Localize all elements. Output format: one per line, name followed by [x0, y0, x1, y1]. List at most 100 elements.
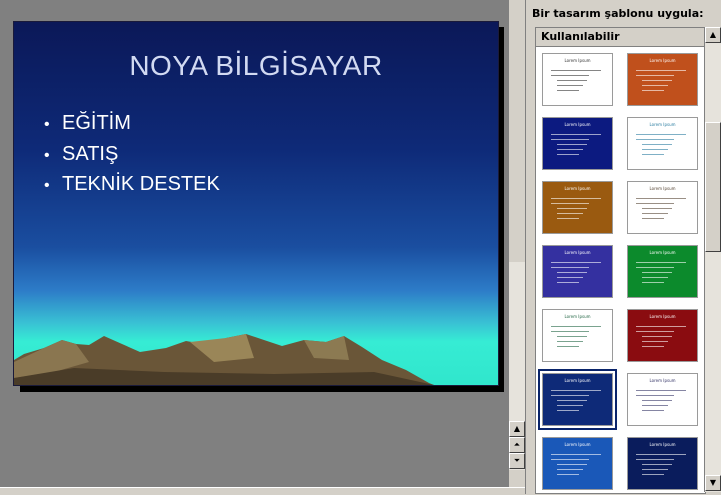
template-thumbnail-mountain-navy[interactable]: Lorem Ipsum — [538, 369, 617, 430]
thumbnail-text-line — [636, 203, 674, 204]
thumbnail-title: Lorem Ipsum — [649, 122, 676, 127]
scroll-up-button[interactable]: ▲ — [509, 421, 525, 437]
scrollbar-thumb[interactable] — [509, 0, 525, 262]
template-thumbnail-blue-wave[interactable]: Lorem Ipsum — [542, 437, 613, 490]
thumbnail-title: Lorem Ipsum — [564, 58, 591, 63]
thumbnail-text-line — [551, 134, 601, 135]
template-thumbnail-white-teal[interactable]: Lorem Ipsum — [627, 117, 698, 170]
slide-title[interactable]: NOYA BİLGİSAYAR — [14, 50, 498, 82]
thumbnail-text-line — [557, 400, 587, 401]
thumbnail-text-line — [551, 75, 589, 76]
thumbnail-text-line — [636, 454, 686, 455]
thumbnail-text-line — [551, 262, 601, 263]
bullet-item[interactable]: • SATIŞ — [44, 143, 118, 166]
thumbnail-text-line — [642, 277, 668, 278]
template-thumbnail-orange-brown[interactable]: Lorem Ipsum — [627, 53, 698, 106]
thumbnail-title: Lorem Ipsum — [564, 442, 591, 447]
thumbnail-text-line — [642, 346, 664, 347]
double-arrow-up-icon: ⏶ — [513, 440, 521, 449]
thumbnail-text-line — [557, 90, 579, 91]
template-thumbnail-plain-white[interactable]: Lorem Ipsum — [542, 53, 613, 106]
thumbnail-text-line — [557, 474, 579, 475]
pane-heading: Bir tasarım şablonu uygula: — [532, 7, 704, 20]
thumbnail-text-line — [636, 395, 674, 396]
thumbnail-title: Lorem Ipsum — [649, 250, 676, 255]
thumbnail-text-line — [642, 208, 672, 209]
thumbnail-title: Lorem Ipsum — [649, 186, 676, 191]
bullet-text: TEKNİK DESTEK — [62, 173, 220, 195]
thumbnail-text-line — [551, 139, 589, 140]
template-thumbnail-green[interactable]: Lorem Ipsum — [627, 245, 698, 298]
thumbnail-text-line — [636, 134, 686, 135]
thumbnail-text-line — [551, 267, 589, 268]
slide-vertical-scrollbar[interactable]: ▲ ⏶ ⏷ — [509, 0, 525, 470]
thumbnail-text-line — [557, 80, 587, 81]
thumbnail-text-line — [636, 331, 674, 332]
template-thumbnail-navy-stripe[interactable]: Lorem Ipsum — [542, 117, 613, 170]
thumbnail-text-line — [557, 464, 587, 465]
scrollbar-thumb[interactable] — [705, 122, 721, 252]
thumbnail-text-line — [557, 410, 579, 411]
template-thumbnail-white-swirl[interactable]: Lorem Ipsum — [627, 181, 698, 234]
arrow-up-icon: ▲ — [709, 30, 717, 39]
thumbnail-text-line — [551, 390, 601, 391]
arrow-down-icon: ▼ — [709, 478, 717, 487]
design-template-pane: Bir tasarım şablonu uygula: Kullanılabil… — [525, 0, 721, 494]
bullet-text: EĞİTİM — [62, 112, 131, 134]
thumbnail-text-line — [557, 346, 579, 347]
scroll-up-button[interactable]: ▲ — [705, 27, 721, 43]
thumbnail-text-line — [642, 154, 664, 155]
thumbnail-text-line — [642, 474, 664, 475]
thumbnail-text-line — [557, 85, 583, 86]
double-arrow-down-icon: ⏷ — [513, 456, 521, 465]
arrow-up-icon: ▲ — [513, 424, 521, 433]
scroll-down-button[interactable]: ▼ — [705, 475, 721, 491]
thumbnail-text-line — [557, 277, 583, 278]
thumbnail-title: Lorem Ipsum — [564, 186, 591, 191]
thumbnail-text-line — [557, 208, 587, 209]
thumbnail-title: Lorem Ipsum — [649, 314, 676, 319]
thumbnail-text-line — [642, 149, 668, 150]
thumbnail-text-line — [642, 85, 668, 86]
template-thumbnail-white-green[interactable]: Lorem Ipsum — [542, 309, 613, 362]
thumbnail-text-line — [557, 272, 587, 273]
thumbnail-text-line — [636, 70, 686, 71]
thumbnail-text-line — [642, 80, 672, 81]
slide-canvas[interactable]: NOYA BİLGİSAYAR • EĞİTİM • SATIŞ • TEKNİK D… — [13, 21, 499, 386]
thumbnail-text-line — [557, 282, 579, 283]
template-thumbnail-purple-blue[interactable]: Lorem Ipsum — [542, 245, 613, 298]
thumbnail-text-line — [551, 326, 601, 327]
thumbnail-text-line — [636, 267, 674, 268]
thumbnail-text-line — [642, 218, 664, 219]
template-thumbnail-brown-gold[interactable]: Lorem Ipsum — [542, 181, 613, 234]
gallery-scrollbar[interactable]: ▲ ▼ — [704, 27, 721, 492]
thumbnail-text-line — [642, 282, 664, 283]
bullet-item[interactable]: • TEKNİK DESTEK — [44, 173, 220, 196]
thumbnail-text-line — [642, 464, 672, 465]
section-header-available: Kullanılabilir — [536, 28, 705, 47]
template-thumbnail-dark-red[interactable]: Lorem Ipsum — [627, 309, 698, 362]
thumbnail-text-line — [557, 218, 579, 219]
slide-editing-area: NOYA BİLGİSAYAR • EĞİTİM • SATIŞ • TEKNİK D… — [0, 0, 509, 487]
template-gallery: Kullanılabilir Lorem Ipsum Lorem Ipsum Lor… — [535, 27, 706, 494]
thumbnail-text-line — [557, 336, 587, 337]
next-slide-button[interactable]: ⏷ — [509, 453, 525, 469]
bullet-text: SATIŞ — [62, 143, 119, 165]
thumbnail-title: Lorem Ipsum — [649, 378, 676, 383]
thumbnail-text-line — [557, 149, 583, 150]
thumbnail-text-line — [551, 70, 601, 71]
previous-slide-button[interactable]: ⏶ — [509, 437, 525, 453]
thumbnail-title: Lorem Ipsum — [649, 58, 676, 63]
thumbnail-title: Lorem Ipsum — [564, 250, 591, 255]
thumbnail-text-line — [551, 198, 601, 199]
thumbnail-text-line — [557, 213, 583, 214]
thumbnail-text-line — [557, 154, 579, 155]
thumbnail-text-line — [642, 341, 668, 342]
thumbnail-text-line — [636, 326, 686, 327]
thumbnail-text-line — [551, 331, 589, 332]
template-thumbnail-white-rounded[interactable]: Lorem Ipsum — [627, 373, 698, 426]
template-thumbnail-deep-navy[interactable]: Lorem Ipsum — [627, 437, 698, 490]
thumbnail-text-line — [551, 203, 589, 204]
bullet-item[interactable]: • EĞİTİM — [44, 112, 131, 135]
thumbnail-text-line — [642, 272, 672, 273]
